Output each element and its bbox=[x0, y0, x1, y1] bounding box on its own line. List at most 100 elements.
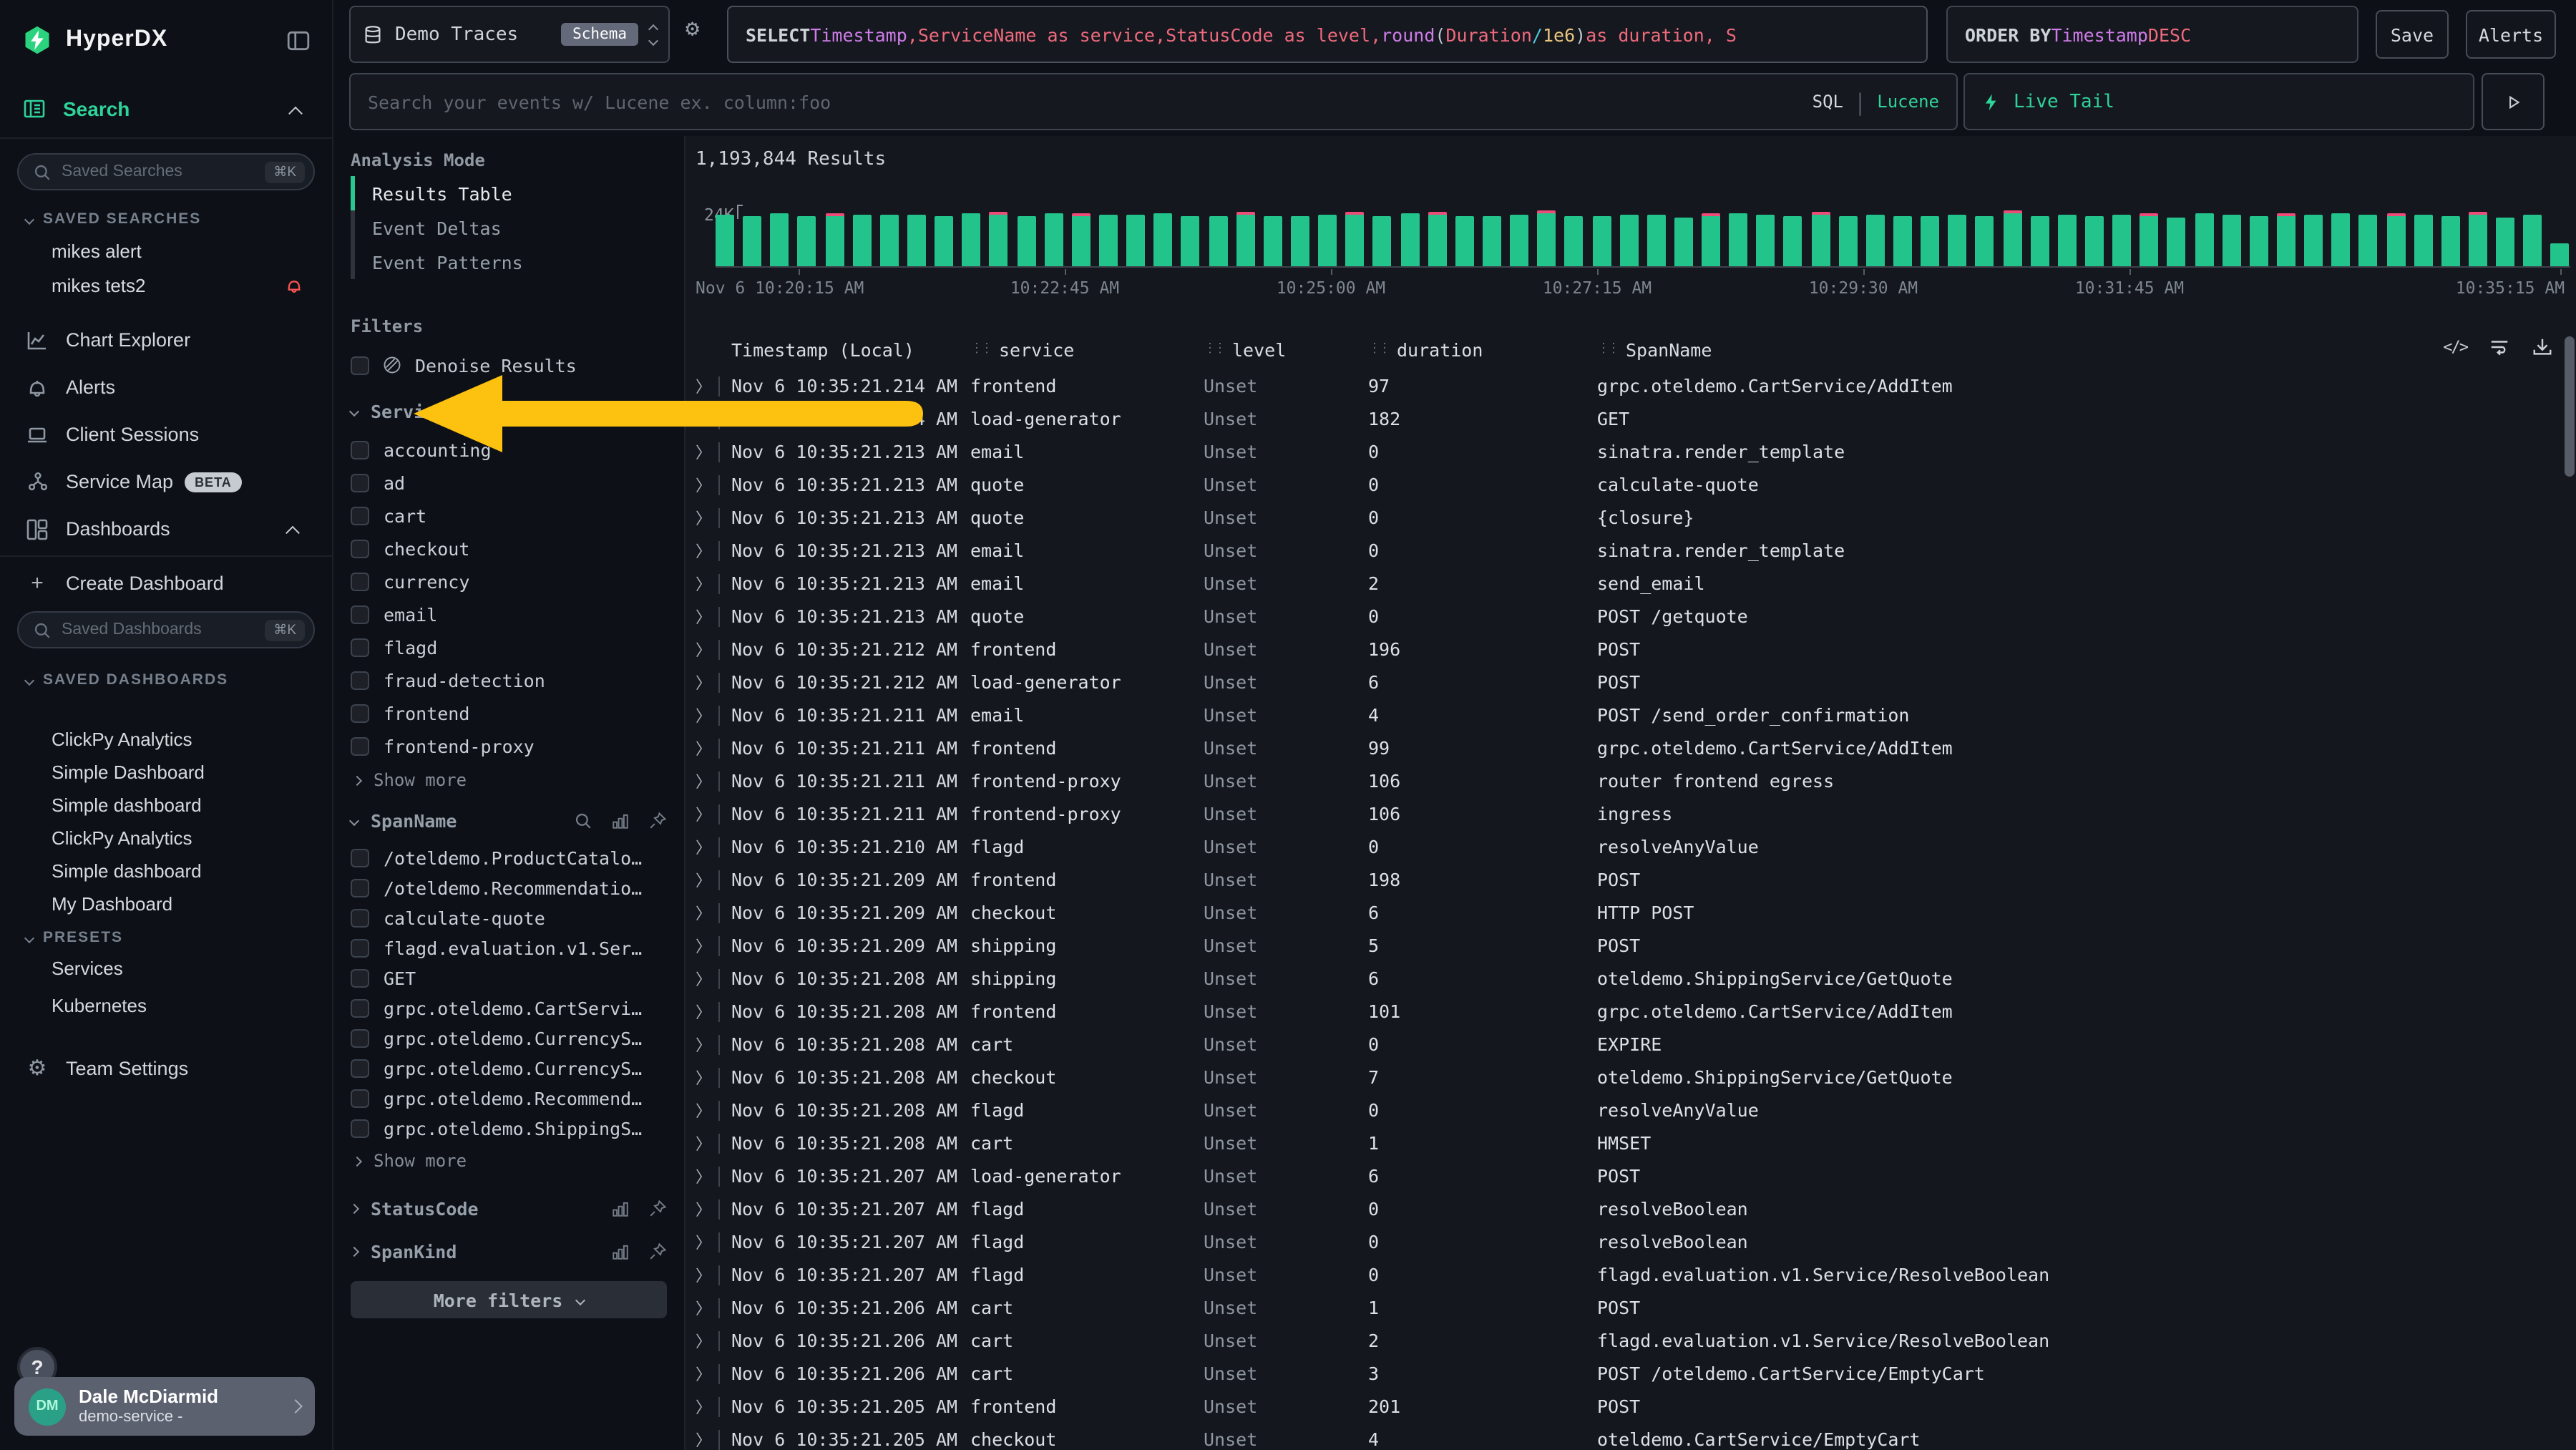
checkbox[interactable] bbox=[351, 939, 369, 958]
row-expand-chevron[interactable]: 〉 bbox=[696, 704, 718, 726]
histogram-bar[interactable] bbox=[2441, 216, 2460, 266]
histogram-bar[interactable] bbox=[1236, 215, 1254, 266]
histogram-bar[interactable] bbox=[2332, 213, 2351, 266]
analysis-mode-event-deltas[interactable]: Event Deltas bbox=[351, 210, 667, 245]
search-input[interactable]: Search your events w/ Lucene ex. column:… bbox=[349, 73, 1958, 130]
filter-option[interactable]: ad bbox=[351, 467, 667, 500]
row-expand-chevron[interactable]: 〉 bbox=[696, 934, 718, 957]
preset-item[interactable]: Kubernetes bbox=[17, 986, 315, 1023]
histogram-bar[interactable] bbox=[1291, 216, 1309, 266]
filter-option[interactable]: flagd bbox=[351, 631, 667, 664]
wrap-text-icon[interactable] bbox=[2489, 336, 2510, 358]
checkbox[interactable] bbox=[351, 474, 369, 492]
sidebar-item-client-sessions[interactable]: Client Sessions bbox=[17, 411, 315, 458]
run-query-button[interactable] bbox=[2482, 73, 2545, 130]
more-filters-button[interactable]: More filters bbox=[351, 1281, 667, 1318]
filter-section-spankind[interactable]: SpanKind bbox=[351, 1238, 667, 1264]
row-expand-chevron[interactable]: 〉 bbox=[696, 901, 718, 924]
table-row[interactable]: 〉Nov 6 10:35:21.205 AMcheckoutUnset4otel… bbox=[686, 1423, 2565, 1450]
row-expand-chevron[interactable]: 〉 bbox=[696, 802, 718, 825]
table-row[interactable]: 〉Nov 6 10:35:21.212 AMfrontendUnset196PO… bbox=[686, 633, 2565, 666]
row-expand-chevron[interactable]: 〉 bbox=[696, 506, 718, 529]
histogram-bar[interactable] bbox=[2167, 218, 2186, 266]
checkbox[interactable] bbox=[351, 573, 369, 591]
checkbox[interactable] bbox=[351, 507, 369, 525]
filter-option[interactable]: grpc.oteldemo.CurrencyS… bbox=[351, 1023, 667, 1054]
checkbox[interactable] bbox=[351, 1119, 369, 1138]
column-header-spanname[interactable]: ⋮⋮SpanName bbox=[1597, 339, 2576, 360]
saved-dashboard-item[interactable]: My Dashboard bbox=[17, 887, 315, 920]
saved-dashboard-item[interactable]: ClickPy Analytics bbox=[17, 723, 315, 756]
checkbox[interactable] bbox=[351, 540, 369, 558]
histogram-bar[interactable] bbox=[2112, 215, 2131, 266]
live-tail-button[interactable]: Live Tail bbox=[1963, 73, 2474, 130]
checkbox[interactable] bbox=[351, 605, 369, 624]
checkbox[interactable] bbox=[351, 1059, 369, 1078]
table-row[interactable]: 〉Nov 6 10:35:21.208 AMcartUnset0EXPIRE bbox=[686, 1028, 2565, 1061]
pin-icon[interactable] bbox=[648, 811, 667, 829]
histogram-bar[interactable] bbox=[1565, 216, 1584, 266]
histogram-bar[interactable] bbox=[990, 215, 1008, 266]
saved-searches-input[interactable]: Saved Searches ⌘K bbox=[17, 153, 315, 190]
saved-dashboards-input[interactable]: Saved Dashboards ⌘K bbox=[17, 611, 315, 648]
table-row[interactable]: 〉Nov 6 10:35:21.210 AMflagdUnset0resolve… bbox=[686, 830, 2565, 863]
analysis-mode-event-patterns[interactable]: Event Patterns bbox=[351, 245, 667, 279]
histogram-bar[interactable] bbox=[2031, 216, 2049, 266]
row-expand-chevron[interactable]: 〉 bbox=[696, 671, 718, 694]
histogram-bar[interactable] bbox=[935, 216, 953, 266]
histogram-bar[interactable] bbox=[1072, 216, 1091, 266]
download-icon[interactable] bbox=[2532, 336, 2553, 358]
chart-icon[interactable] bbox=[611, 1199, 630, 1217]
filter-section-spanname[interactable]: SpanName bbox=[351, 809, 667, 832]
filter-option[interactable]: calculate-quote bbox=[351, 903, 667, 933]
drag-handle-icon[interactable]: ⋮⋮ bbox=[1368, 342, 1388, 356]
table-row[interactable]: 〉Nov 6 10:35:21.214 AMload-generatorUnse… bbox=[686, 402, 2565, 435]
table-row[interactable]: 〉Nov 6 10:35:21.209 AMshippingUnset5POST bbox=[686, 929, 2565, 962]
sidebar-item-search[interactable]: Search bbox=[0, 80, 332, 137]
scrollbar-thumb[interactable] bbox=[2565, 336, 2575, 477]
table-row[interactable]: 〉Nov 6 10:35:21.206 AMcartUnset1POST bbox=[686, 1291, 2565, 1324]
sidebar-collapse-icon[interactable] bbox=[286, 28, 311, 52]
filter-option[interactable]: /oteldemo.ProductCatalo… bbox=[351, 843, 667, 873]
row-expand-chevron[interactable]: 〉 bbox=[696, 1164, 718, 1187]
table-row[interactable]: 〉Nov 6 10:35:21.212 AMload-generatorUnse… bbox=[686, 666, 2565, 699]
drag-handle-icon[interactable]: ⋮⋮ bbox=[970, 342, 990, 356]
histogram-bar[interactable] bbox=[771, 213, 789, 266]
table-row[interactable]: 〉Nov 6 10:35:21.211 AMemailUnset4POST /s… bbox=[686, 699, 2565, 731]
chart-icon[interactable] bbox=[611, 811, 630, 829]
histogram-bar[interactable] bbox=[1017, 216, 1035, 266]
row-expand-chevron[interactable]: 〉 bbox=[696, 835, 718, 858]
drag-handle-icon[interactable]: ⋮⋮ bbox=[1597, 342, 1617, 356]
table-row[interactable]: 〉Nov 6 10:35:21.214 AMfrontendUnset97grp… bbox=[686, 369, 2565, 402]
histogram-bar[interactable] bbox=[2277, 216, 2296, 266]
histogram-bar[interactable] bbox=[1510, 215, 1528, 266]
histogram-bar[interactable] bbox=[907, 215, 926, 266]
user-menu[interactable]: DM Dale McDiarmid demo-service - bbox=[14, 1377, 315, 1436]
table-row[interactable]: 〉Nov 6 10:35:21.213 AMemailUnset0sinatra… bbox=[686, 435, 2565, 468]
histogram-bar[interactable] bbox=[2524, 215, 2542, 266]
create-dashboard-button[interactable]: + Create Dashboard bbox=[17, 560, 315, 605]
code-icon[interactable]: </> bbox=[2443, 338, 2467, 356]
checkbox[interactable] bbox=[351, 1029, 369, 1048]
row-expand-chevron[interactable]: 〉 bbox=[696, 407, 718, 430]
sql-select-input[interactable]: SELECT Timestamp, ServiceName as service… bbox=[727, 6, 1928, 63]
sidebar-item-chart-explorer[interactable]: Chart Explorer bbox=[17, 316, 315, 364]
filter-section-servicename[interactable]: ServiceName bbox=[351, 399, 667, 422]
histogram-bar[interactable] bbox=[1154, 213, 1173, 266]
row-expand-chevron[interactable]: 〉 bbox=[696, 605, 718, 628]
sidebar-item-dashboards[interactable]: Dashboards bbox=[17, 505, 315, 553]
table-row[interactable]: 〉Nov 6 10:35:21.206 AMcartUnset3POST /ot… bbox=[686, 1357, 2565, 1390]
row-expand-chevron[interactable]: 〉 bbox=[696, 1033, 718, 1056]
pin-icon[interactable] bbox=[648, 402, 667, 420]
histogram-bar[interactable] bbox=[2304, 215, 2323, 266]
histogram-bar[interactable] bbox=[2003, 213, 2021, 266]
histogram-bar[interactable] bbox=[852, 215, 871, 266]
filter-option[interactable]: currency bbox=[351, 565, 667, 598]
histogram-bar[interactable] bbox=[2195, 213, 2213, 266]
row-expand-chevron[interactable]: 〉 bbox=[696, 1428, 718, 1450]
row-expand-chevron[interactable]: 〉 bbox=[696, 638, 718, 661]
filter-option[interactable]: /oteldemo.Recommendatio… bbox=[351, 873, 667, 903]
search-icon[interactable] bbox=[574, 811, 592, 829]
table-row[interactable]: 〉Nov 6 10:35:21.205 AMfrontendUnset201PO… bbox=[686, 1390, 2565, 1423]
row-expand-chevron[interactable]: 〉 bbox=[696, 539, 718, 562]
